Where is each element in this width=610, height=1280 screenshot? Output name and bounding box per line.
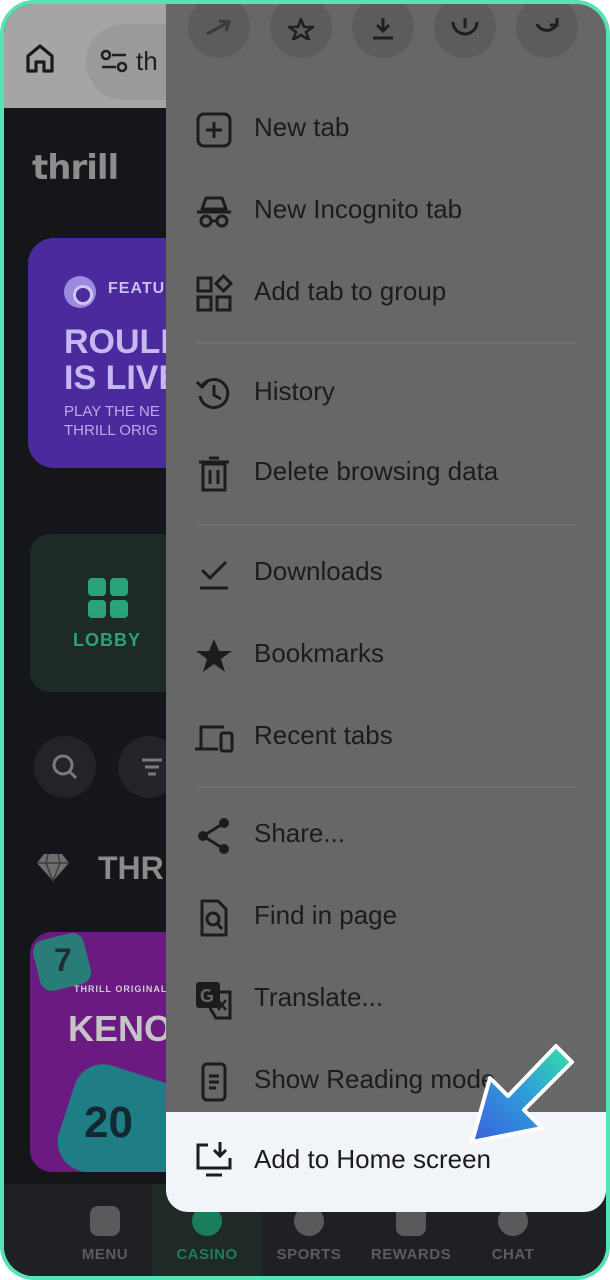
translate-icon: G: [196, 982, 232, 1020]
menu-item-find-in-page[interactable]: Find in page: [166, 878, 606, 958]
nav-menu-label: MENU: [81, 1246, 129, 1263]
menu-item-add-tab-to-group[interactable]: Add tab to group: [166, 254, 606, 334]
info-icon: [451, 18, 479, 36]
menu-item-label: Show Reading mode: [254, 1064, 496, 1094]
keno-ball-number: 7: [54, 942, 72, 978]
address-bar-text[interactable]: th: [136, 46, 158, 77]
forward-icon: [206, 19, 232, 36]
download-icon: [373, 18, 393, 40]
trash-icon: [199, 456, 229, 492]
pointer-arrow-icon: [470, 1044, 574, 1144]
keno-tag: THRILL ORIGINALS: [74, 984, 175, 994]
download-page-button[interactable]: [352, 4, 414, 58]
star-icon: [196, 639, 232, 672]
nav-rewards-label: REWARDS: [370, 1246, 452, 1263]
menu-item-label: Bookmarks: [254, 638, 385, 668]
nav-casino-label: CASINO: [176, 1246, 238, 1263]
nav-menu[interactable]: MENU: [50, 1184, 160, 1276]
grid-icon: [88, 578, 128, 618]
menu-item-translate[interactable]: G Translate...: [166, 960, 606, 1040]
share-icon: [198, 818, 229, 854]
browser-overflow-menu: New tab New Incognito tab Add tab to gro…: [166, 4, 606, 1212]
promo-sub-line1: PLAY THE NE: [64, 403, 160, 420]
downloads-icon: [200, 560, 228, 590]
menu-item-label: Delete browsing data: [254, 456, 499, 486]
reading-mode-icon: [201, 1062, 227, 1102]
find-icon: [200, 899, 228, 937]
diamond-icon: [37, 853, 69, 882]
menu-item-recent-tabs[interactable]: Recent tabs: [166, 698, 606, 778]
page-info-button[interactable]: [434, 4, 496, 58]
menu-item-label: Recent tabs: [254, 720, 393, 750]
menu-item-bookmarks[interactable]: Bookmarks: [166, 616, 606, 696]
menu-icon: [90, 1206, 120, 1236]
site-settings-icon[interactable]: [100, 48, 130, 74]
home-icon[interactable]: [22, 40, 58, 76]
promo-tag: FEATU: [108, 280, 166, 297]
keno-title: KENO: [68, 1008, 173, 1049]
add-home-screen-icon: [196, 1142, 232, 1177]
featured-badge-icon: [64, 276, 96, 308]
promo-subtitle: PLAY THE NE THRILL ORIG: [64, 402, 160, 440]
nav-sports-label: SPORTS: [276, 1246, 342, 1263]
menu-item-label: Add to Home screen: [254, 1144, 492, 1174]
menu-item-new-tab[interactable]: New tab: [166, 90, 606, 170]
menu-divider: [196, 786, 576, 788]
nav-chat-label: CHAT: [491, 1246, 535, 1263]
lobby-label: LOBBY: [73, 630, 141, 650]
refresh-icon: [535, 18, 559, 32]
menu-action-row: [166, 4, 606, 80]
bookmark-button[interactable]: [270, 4, 332, 58]
section-title: THR: [98, 850, 164, 886]
menu-item-delete-browsing-data[interactable]: Delete browsing data: [166, 434, 606, 514]
search-button[interactable]: [34, 736, 96, 798]
site-logo: thrill: [32, 148, 119, 188]
menu-item-new-incognito-tab[interactable]: New Incognito tab: [166, 172, 606, 252]
menu-item-label: Find in page: [254, 900, 398, 930]
promo-sub-line2: THRILL ORIG: [64, 422, 158, 439]
tab-group-icon: [196, 274, 234, 312]
menu-item-label: Add tab to group: [254, 276, 447, 306]
bookmark-star-icon: [287, 18, 315, 40]
menu-item-label: History: [254, 376, 335, 406]
screen: th thrill FEATU ROULE IS LIVE PLAY THE N…: [4, 4, 606, 1276]
devices-icon: [195, 725, 234, 753]
keno-ball-number-2: 20: [84, 1098, 133, 1147]
history-icon: [195, 378, 230, 410]
search-icon: [52, 754, 78, 780]
incognito-icon: [197, 196, 231, 228]
menu-item-label: Downloads: [254, 556, 383, 586]
menu-item-label: Share...: [254, 818, 346, 848]
menu-item-label: Translate...: [254, 982, 384, 1012]
menu-item-label: New tab: [254, 112, 350, 142]
new-tab-icon: [196, 112, 232, 148]
menu-item-history[interactable]: History: [166, 354, 606, 434]
menu-divider: [196, 524, 576, 526]
menu-item-downloads[interactable]: Downloads: [166, 534, 606, 614]
svg-text:G: G: [200, 986, 214, 1006]
menu-divider: [196, 342, 576, 344]
refresh-button[interactable]: [516, 4, 578, 58]
menu-item-label: New Incognito tab: [254, 194, 463, 224]
device-frame: th thrill FEATU ROULE IS LIVE PLAY THE N…: [0, 0, 610, 1280]
forward-button[interactable]: [188, 4, 250, 58]
menu-item-share[interactable]: Share...: [166, 796, 606, 876]
